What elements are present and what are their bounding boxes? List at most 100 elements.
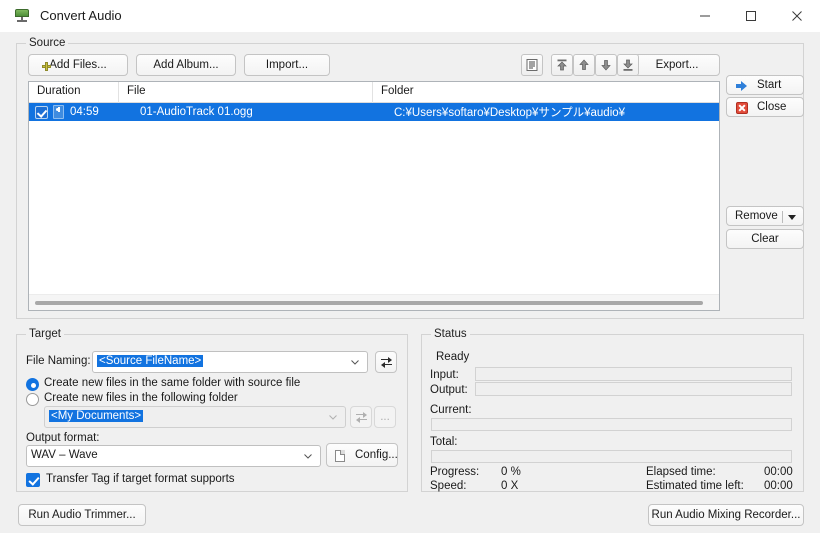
source-group-label: Source: [26, 37, 69, 49]
clear-button[interactable]: Clear: [726, 229, 804, 249]
status-current-label: Current:: [430, 404, 472, 416]
radio-following-folder-label[interactable]: Create new files in the following folder: [44, 392, 238, 404]
swap-icon: [380, 356, 392, 368]
file-naming-value: <Source FileName>: [97, 355, 204, 367]
radio-following-folder[interactable]: [26, 393, 39, 406]
window-title: Convert Audio: [40, 8, 122, 23]
window-controls: [682, 0, 820, 32]
properties-icon: [526, 59, 538, 71]
target-folder-combo[interactable]: <My Documents>: [44, 406, 346, 428]
close-label: Close: [757, 101, 787, 113]
status-output-label: Output:: [430, 384, 468, 396]
elapsed-time-label: Elapsed time:: [646, 466, 716, 478]
add-files-label: Add Files...: [49, 59, 107, 71]
list-header: Duration File Folder: [29, 82, 719, 103]
file-naming-label: File Naming:: [26, 355, 91, 367]
source-file-list[interactable]: Duration File Folder 04:59 01-AudioTrack…: [28, 81, 720, 311]
browse-folder-label: ...: [380, 411, 390, 423]
status-group-label: Status: [431, 328, 470, 340]
move-down-button[interactable]: [595, 54, 617, 76]
remove-label: Remove: [735, 210, 778, 222]
transfer-tag-label[interactable]: Transfer Tag if target format supports: [46, 473, 235, 485]
cell-file: 01-AudioTrack 01.ogg: [140, 106, 253, 118]
speed-value: 0 X: [501, 480, 519, 492]
status-output-field: [475, 382, 792, 396]
progress-value: 0 %: [501, 466, 521, 478]
import-label: Import...: [265, 59, 309, 71]
close-x-icon: [736, 102, 748, 114]
document-icon: [335, 450, 345, 462]
close-button[interactable]: [774, 0, 820, 32]
move-to-bottom-icon: [623, 59, 633, 71]
move-to-top-button[interactable]: [551, 54, 573, 76]
properties-icon-button[interactable]: [521, 54, 543, 76]
estimated-time-left-value: 00:00: [764, 480, 793, 492]
import-button[interactable]: Import...: [244, 54, 330, 76]
arrow-right-icon: [736, 81, 747, 91]
status-input-label: Input:: [430, 369, 459, 381]
target-folder-value: <My Documents>: [49, 410, 144, 422]
chevron-down-icon: [304, 454, 312, 459]
run-audio-trimmer-button[interactable]: Run Audio Trimmer...: [18, 504, 146, 526]
run-audio-trimmer-label: Run Audio Trimmer...: [28, 509, 136, 521]
column-header-file[interactable]: File: [119, 82, 373, 103]
status-ready-text: Ready: [436, 351, 470, 363]
run-audio-mixing-recorder-label: Run Audio Mixing Recorder...: [651, 509, 801, 521]
cell-folder: C:¥Users¥softaro¥Desktop¥サンプル¥audio¥: [394, 107, 626, 119]
elapsed-time-value: 00:00: [764, 466, 793, 478]
output-format-label: Output format:: [26, 432, 100, 444]
config-label: Config...: [355, 449, 398, 461]
divider: [782, 211, 783, 223]
total-progress-bar: [431, 450, 792, 463]
start-button[interactable]: Start: [726, 75, 804, 95]
target-group-label: Target: [26, 328, 64, 340]
config-button[interactable]: Config...: [326, 443, 398, 467]
start-label: Start: [757, 79, 782, 91]
output-format-value: WAV – Wave: [31, 449, 98, 461]
remove-button[interactable]: Remove: [726, 206, 804, 226]
transfer-tag-checkbox[interactable]: [26, 473, 40, 487]
status-total-label: Total:: [430, 436, 458, 448]
minimize-button[interactable]: [682, 0, 728, 32]
radio-same-folder-label[interactable]: Create new files in the same folder with…: [44, 377, 300, 389]
close-dialog-button[interactable]: Close: [726, 97, 804, 117]
chevron-down-icon: [351, 360, 359, 365]
export-button[interactable]: Export...: [634, 54, 720, 76]
radio-same-folder[interactable]: [26, 378, 39, 391]
estimated-time-left-label: Estimated time left:: [646, 480, 744, 492]
browse-folder-button[interactable]: ...: [374, 406, 396, 428]
chevron-down-icon[interactable]: [788, 215, 796, 220]
export-label: Export...: [655, 59, 699, 71]
file-naming-swap-button[interactable]: [375, 351, 397, 373]
swap-icon: [355, 411, 367, 423]
title-bar: Convert Audio: [0, 0, 820, 32]
target-folder-swap-button[interactable]: [350, 406, 372, 428]
move-up-icon: [579, 59, 589, 70]
list-horizontal-scrollbar[interactable]: [29, 294, 719, 310]
audio-file-icon: [52, 105, 65, 119]
row-checkbox[interactable]: [35, 105, 48, 119]
chevron-down-icon: [329, 415, 337, 420]
move-to-bottom-button[interactable]: [617, 54, 639, 76]
app-icon: [14, 8, 30, 24]
scrollbar-thumb[interactable]: [35, 301, 703, 305]
speed-label: Speed:: [430, 480, 467, 492]
file-naming-combo[interactable]: <Source FileName>: [92, 351, 368, 373]
move-up-button[interactable]: [573, 54, 595, 76]
current-progress-bar: [431, 418, 792, 431]
move-to-top-icon: [557, 59, 567, 71]
add-album-button[interactable]: Add Album...: [136, 54, 236, 76]
column-header-duration[interactable]: Duration: [29, 82, 119, 103]
add-files-button[interactable]: Add Files...: [28, 54, 128, 76]
status-input-field: [475, 367, 792, 381]
clear-label: Clear: [751, 233, 779, 245]
run-audio-mixing-recorder-button[interactable]: Run Audio Mixing Recorder...: [648, 504, 804, 526]
output-format-combo[interactable]: WAV – Wave: [26, 445, 321, 467]
maximize-button[interactable]: [728, 0, 774, 32]
column-header-folder[interactable]: Folder: [373, 82, 719, 103]
cell-duration: 04:59: [70, 106, 99, 118]
table-row[interactable]: 04:59 01-AudioTrack 01.ogg C:¥Users¥soft…: [29, 103, 719, 121]
move-down-icon: [601, 60, 611, 71]
add-album-label: Add Album...: [153, 59, 219, 71]
plus-icon: [42, 62, 51, 71]
